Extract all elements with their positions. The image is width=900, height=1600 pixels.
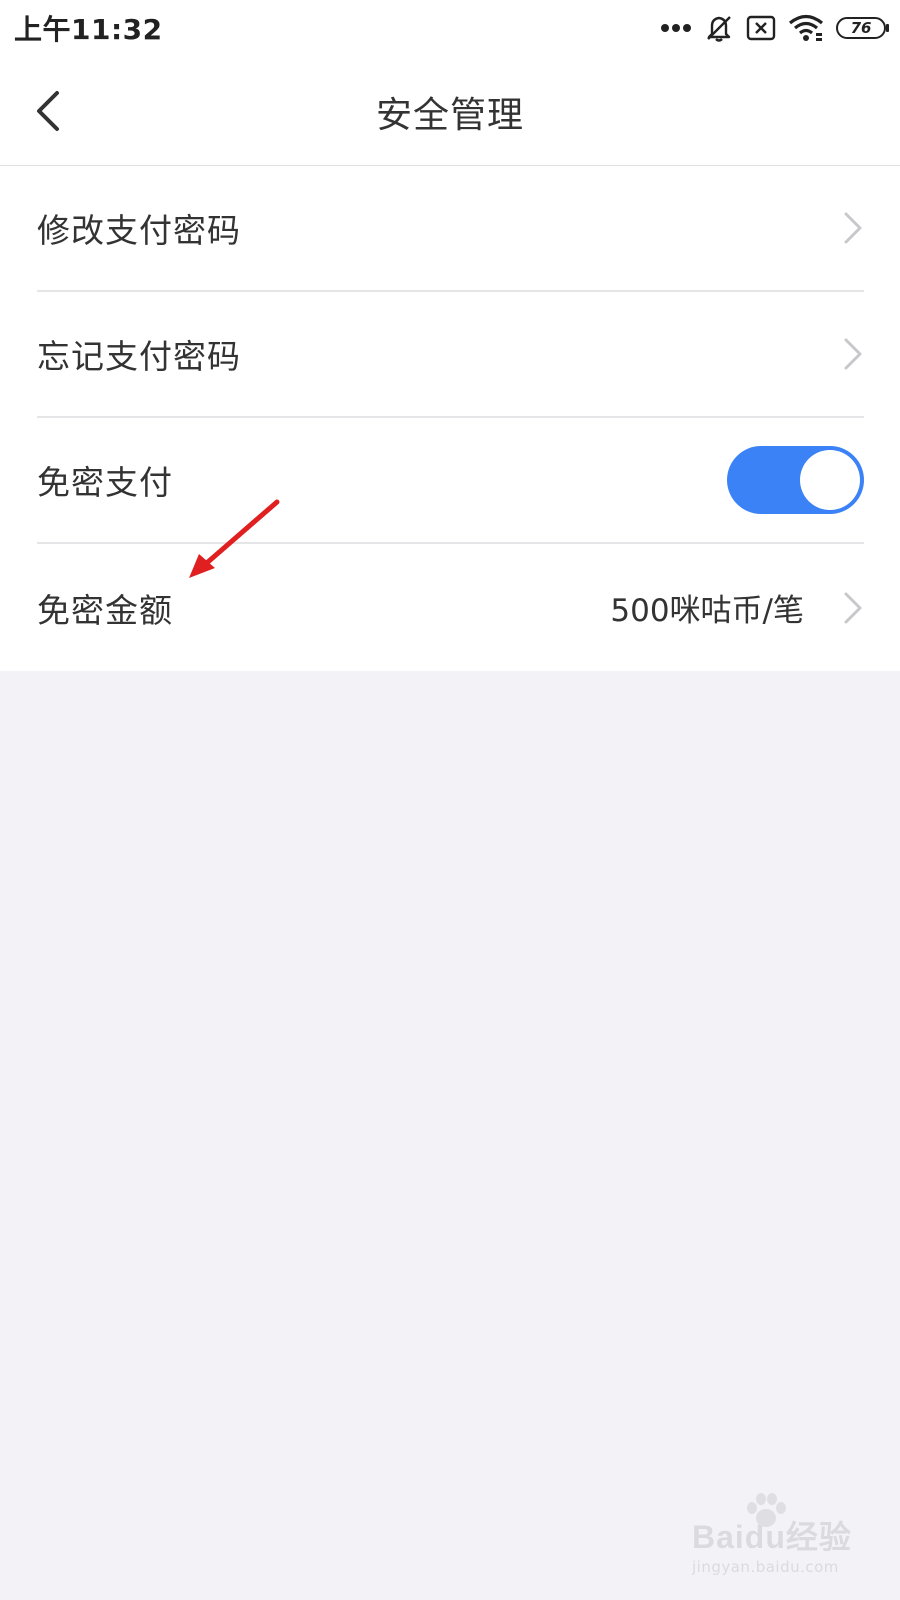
watermark-brand: Baidu经验 [692, 1519, 852, 1555]
chevron-right-icon [844, 212, 862, 244]
toggle-knob [800, 450, 860, 510]
password-free-amount-row[interactable]: 免密金额 500咪咕币/笔 [37, 544, 864, 671]
amount-value: 500咪咕币/笔 [610, 593, 804, 629]
chevron-right-icon [844, 338, 862, 370]
battery-icon: 76 [836, 17, 889, 39]
annotation-arrow-icon [189, 499, 280, 578]
page-title: 安全管理 [375, 95, 524, 136]
status-icons: 76 [660, 10, 889, 46]
row-label: 修改支付密码 [37, 211, 241, 250]
nav-bar: 安全管理 [0, 56, 900, 166]
status-time: 上午11:32 [14, 13, 163, 46]
wifi-icon [788, 14, 824, 41]
change-payment-password-row[interactable]: 修改支付密码 [37, 166, 864, 292]
row-label: 免密金额 [37, 590, 173, 630]
sim-off-icon [746, 15, 776, 41]
status-bar: 上午11:32 76 [0, 0, 900, 56]
password-free-toggle[interactable] [727, 446, 864, 514]
forgot-payment-password-row[interactable]: 忘记支付密码 [37, 292, 864, 418]
password-free-payment-row: 免密支付 [37, 418, 864, 544]
settings-list: 修改支付密码 忘记支付密码 免密支付 免密金额 500咪咕币/笔 [0, 166, 900, 671]
row-label: 免密支付 [37, 463, 173, 502]
watermark: Baidu经验 jingyan.baidu.com [686, 1492, 866, 1582]
row-label: 忘记支付密码 [37, 337, 241, 376]
watermark-url: jingyan.baidu.com [692, 1558, 839, 1576]
more-dots-icon [661, 24, 691, 32]
chevron-right-icon [844, 592, 862, 623]
bell-off-icon [707, 16, 731, 42]
battery-level: 76 [850, 19, 872, 37]
